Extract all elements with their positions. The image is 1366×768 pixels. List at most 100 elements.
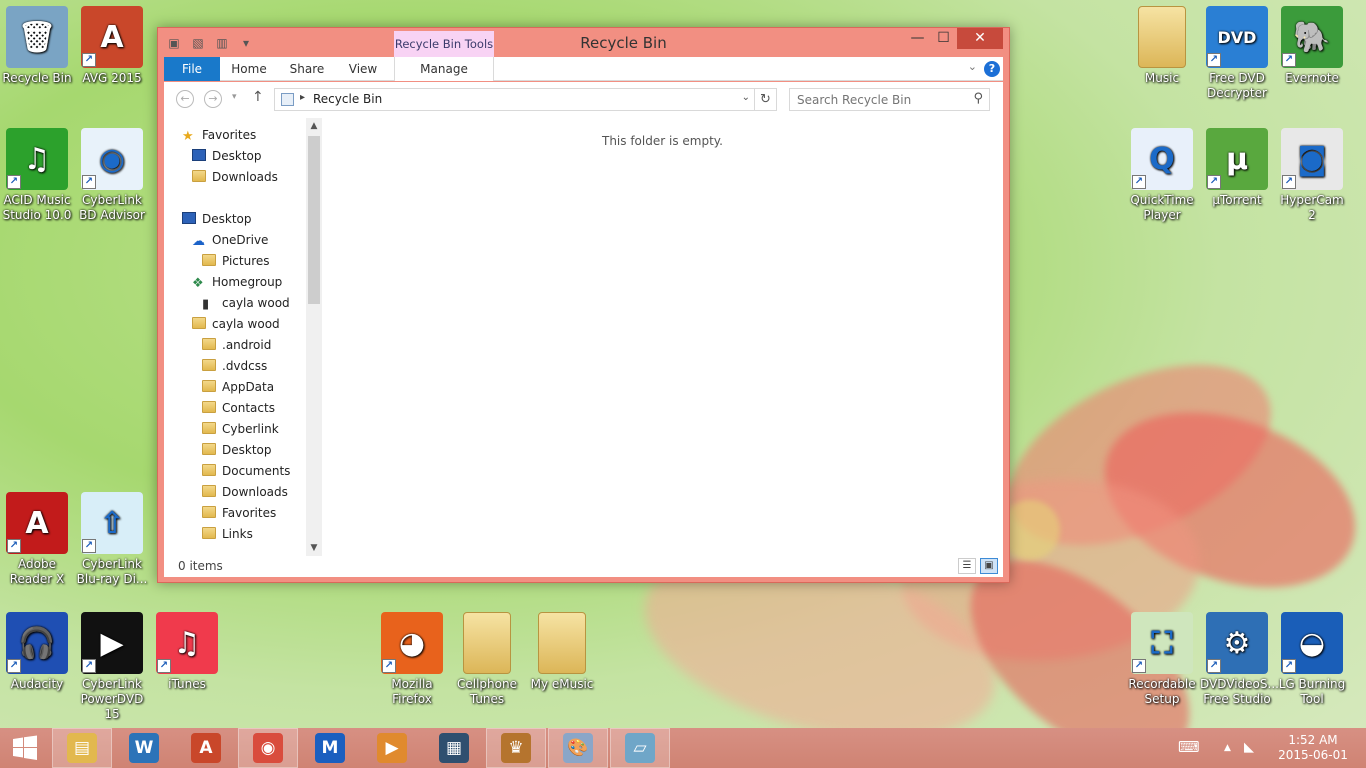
search-icon[interactable]: ⚲ [973, 91, 983, 106]
desktop-item[interactable]: ▶ ↗ CyberLink PowerDVD 15 [75, 612, 149, 722]
tab-share[interactable]: Share [284, 57, 330, 81]
taskbar-app[interactable]: ♛ [486, 728, 546, 768]
nav-item[interactable]: AppData [202, 377, 274, 398]
tab-file[interactable]: File [164, 57, 220, 81]
desktop-item[interactable]: 🐘 ↗ Evernote [1275, 6, 1349, 86]
nav-item[interactable]: Cyberlink [202, 419, 279, 440]
taskbar-app[interactable]: ▦ [424, 728, 484, 768]
desktop-item[interactable]: 🗑 Recycle Bin [0, 6, 74, 86]
scroll-up-icon[interactable]: ▲ [306, 118, 322, 134]
nav-item-label: Documents [222, 464, 291, 478]
shortcut-arrow-icon: ↗ [7, 175, 21, 189]
taskbar-app[interactable]: ▱ [610, 728, 670, 768]
taskbar-app[interactable]: ▶ [362, 728, 422, 768]
nav-item[interactable]: Documents [202, 461, 290, 482]
nav-item-label: OneDrive [212, 233, 269, 247]
address-field[interactable]: ▸ Recycle Bin ⌄ ↻ [274, 88, 777, 111]
desktop-item[interactable]: ⛶ ↗ Recordable Setup [1125, 612, 1199, 707]
chevron-down-icon[interactable]: ⌄ [968, 60, 977, 73]
nav-scrollbar[interactable]: ▲ ▼ [306, 118, 322, 556]
search-box[interactable]: ⚲ [789, 88, 990, 111]
nav-item[interactable]: Favorites [202, 503, 276, 524]
tab-home[interactable]: Home [226, 57, 272, 81]
scroll-thumb[interactable] [308, 136, 320, 304]
back-icon[interactable]: ← [176, 90, 194, 108]
taskbar-app[interactable]: A [176, 728, 236, 768]
folder-icon [202, 338, 216, 350]
title-bar[interactable]: ▣ ▧ ▥ ▾ Recycle Bin Tools Recycle Bin — … [158, 28, 1009, 58]
desktop-item[interactable]: 🎧 ↗ Audacity [0, 612, 74, 692]
nav-item[interactable]: ▮ cayla wood [202, 293, 290, 314]
nav-item[interactable]: .android [202, 335, 271, 356]
nav-item[interactable]: Downloads [192, 167, 278, 188]
window-title: Recycle Bin [580, 34, 667, 52]
close-button[interactable]: ✕ [957, 28, 1003, 49]
nav-item[interactable]: ★ Favorites [182, 125, 256, 146]
address-dropdown-icon[interactable]: ⌄ [742, 92, 750, 103]
nav-item[interactable]: Desktop [182, 209, 252, 230]
desktop-item[interactable]: A ↗ AVG 2015 [75, 6, 149, 86]
file-list[interactable]: This folder is empty. [322, 118, 1003, 556]
nav-item[interactable]: .dvdcss [202, 356, 267, 377]
minimize-button[interactable]: — [904, 28, 931, 49]
up-icon[interactable]: ↑ [252, 89, 264, 105]
desktop-item[interactable]: ◙ ↗ HyperCam 2 [1275, 128, 1349, 223]
taskbar-app[interactable]: ◉ [238, 728, 298, 768]
nav-item[interactable]: Downloads [202, 482, 288, 503]
help-icon[interactable]: ? [984, 61, 1000, 77]
nav-item[interactable]: Desktop [192, 146, 262, 167]
clock[interactable]: 1:52 AM 2015-06-01 [1278, 733, 1348, 763]
clock-date: 2015-06-01 [1278, 748, 1348, 762]
refresh-icon[interactable]: ↻ [754, 89, 776, 110]
star-icon: ★ [182, 129, 194, 144]
desktop-item[interactable]: ⚙ ↗ DVDVideoS... Free Studio [1200, 612, 1279, 707]
taskbar-app[interactable]: M [300, 728, 360, 768]
video-editor-icon: ▦ [439, 733, 469, 763]
taskbar-app[interactable]: 🎨 [548, 728, 608, 768]
desktop-icon [192, 149, 206, 161]
nav-item[interactable]: ☁ OneDrive [192, 230, 268, 251]
desktop-item[interactable]: Q ↗ QuickTime Player [1125, 128, 1199, 223]
desktop-item[interactable]: µ ↗ µTorrent [1200, 128, 1274, 208]
tab-manage[interactable]: Manage [394, 57, 494, 81]
desktop-item[interactable]: Music [1125, 6, 1199, 86]
taskbar-app[interactable]: W [114, 728, 174, 768]
nav-item-label: Cyberlink [222, 422, 279, 436]
taskbar-app[interactable]: ▤ [52, 728, 112, 768]
desktop-item[interactable]: ⇧ ↗ CyberLink Blu-ray Di... [75, 492, 149, 587]
start-button[interactable] [0, 728, 50, 768]
search-input[interactable] [790, 89, 960, 110]
desktop-item[interactable]: ◒ ↗ LG Burning Tool [1275, 612, 1349, 707]
nav-item-label: Downloads [222, 485, 288, 499]
large-icons-view-icon[interactable]: ▣ [980, 558, 998, 574]
nav-item[interactable]: Links [202, 524, 253, 545]
scroll-down-icon[interactable]: ▼ [306, 540, 322, 556]
keyboard-icon[interactable]: ⌨ [1178, 738, 1200, 756]
recent-locations-icon[interactable]: ▾ [232, 92, 237, 102]
desktop-item[interactable]: ♫ ↗ iTunes [150, 612, 224, 692]
nav-item[interactable]: ❖ Homegroup [192, 272, 282, 293]
show-hidden-icons-icon[interactable]: ▲ [1224, 743, 1231, 753]
desktop-item[interactable]: ♫ ↗ ACID Music Studio 10.0 [0, 128, 74, 223]
nav-item[interactable]: Desktop [202, 440, 272, 461]
nav-item-label: Favorites [222, 506, 277, 520]
nav-item[interactable]: Contacts [202, 398, 275, 419]
user-icon: ▮ [202, 297, 210, 312]
desktop-item[interactable]: Cellphone Tunes [450, 612, 524, 707]
details-view-icon[interactable]: ☰ [958, 558, 976, 574]
desktop-item[interactable]: My eMusic [525, 612, 599, 692]
tab-view[interactable]: View [340, 57, 386, 81]
nav-item[interactable]: cayla wood [192, 314, 280, 335]
chevron-right-icon[interactable]: ▸ [300, 92, 305, 103]
desktop-item-label: Cellphone Tunes [457, 677, 517, 706]
itunes-icon: ♫ ↗ [156, 612, 218, 674]
desktop-item[interactable]: A ↗ Adobe Reader X [0, 492, 74, 587]
desktop-item[interactable]: DVD ↗ Free DVD Decrypter [1200, 6, 1274, 101]
nav-item[interactable]: Pictures [202, 251, 270, 272]
desktop-item[interactable]: ◉ ↗ CyberLink BD Advisor [75, 128, 149, 223]
desktop-item[interactable]: ◕ ↗ Mozilla Firefox [375, 612, 449, 707]
maximize-button[interactable]: ☐ [930, 28, 957, 49]
network-icon[interactable]: ◣ [1244, 740, 1254, 755]
desktop-item-label: HyperCam 2 [1280, 193, 1344, 222]
forward-icon[interactable]: → [204, 90, 222, 108]
